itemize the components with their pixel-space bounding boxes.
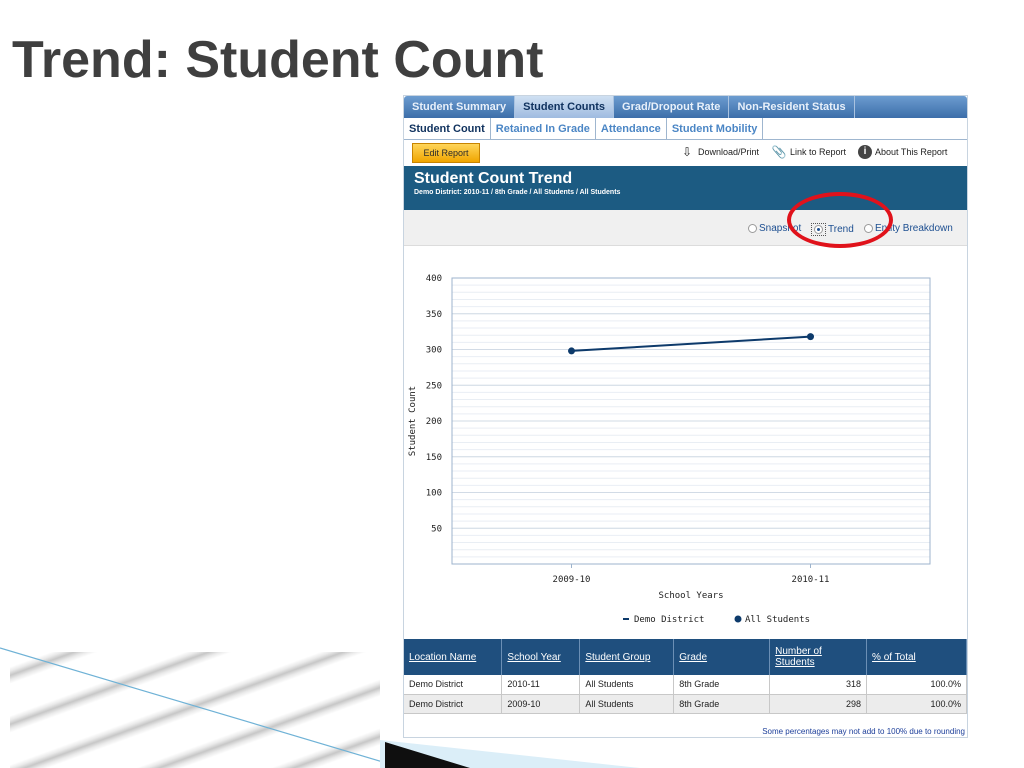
y-tick-label: 300 xyxy=(426,346,442,356)
decorative-stripes xyxy=(10,652,380,768)
snapshot-radio[interactable] xyxy=(748,224,757,233)
data-point xyxy=(807,333,814,341)
toolbar: Edit Report ⇩ Download/Print 📎 Link to R… xyxy=(404,140,967,166)
cell-percent-of-total: 100.0% xyxy=(866,694,967,714)
data-point xyxy=(568,347,575,355)
student-count-table: Location Name School Year Student Group … xyxy=(404,639,967,714)
trend-radio[interactable] xyxy=(814,225,823,234)
slide-title: Trend: Student Count xyxy=(12,31,544,89)
subtab-student-mobility[interactable]: Student Mobility xyxy=(667,118,764,139)
y-tick-label: 350 xyxy=(426,310,442,320)
report-window: Student Summary Student Counts Grad/Drop… xyxy=(403,95,968,738)
snapshot-option[interactable]: Snapshot xyxy=(748,223,801,234)
entity-breakdown-label: Entity Breakdown xyxy=(875,223,953,234)
subtab-student-count[interactable]: Student Count xyxy=(404,118,491,139)
report-title: Student Count Trend xyxy=(414,170,573,187)
col-location-name[interactable]: Location Name xyxy=(404,639,503,675)
legend-series-label: All Students xyxy=(745,615,810,625)
x-axis-label: School Years xyxy=(658,591,723,601)
cell-grade: 8th Grade xyxy=(673,675,771,695)
sub-tab-bar: Student Count Retained In Grade Attendan… xyxy=(404,118,967,140)
snapshot-label: Snapshot xyxy=(759,223,802,234)
rounding-footnote: Some percentages may not add to 100% due… xyxy=(762,727,965,736)
download-icon: ⇩ xyxy=(681,145,693,159)
col-percent-of-total[interactable]: % of Total xyxy=(866,639,967,675)
paperclip-icon: 📎 xyxy=(771,145,787,159)
x-tick-label: 2010-11 xyxy=(792,575,830,585)
legend-series-marker xyxy=(734,615,742,623)
trend-focus-box xyxy=(811,223,826,236)
download-print-link[interactable]: ⇩ Download/Print xyxy=(679,145,759,159)
cell-student-group: All Students xyxy=(579,694,675,714)
trend-option[interactable]: Trend xyxy=(811,223,854,236)
cell-student-group: All Students xyxy=(579,675,675,695)
col-student-group[interactable]: Student Group xyxy=(579,639,675,675)
cell-number-of-students: 318 xyxy=(769,675,868,695)
link-to-report-link[interactable]: 📎 Link to Report xyxy=(771,145,847,159)
col-grade[interactable]: Grade xyxy=(673,639,771,675)
table-row: Demo District 2010-11 All Students 8th G… xyxy=(404,675,967,695)
col-school-year[interactable]: School Year xyxy=(501,639,581,675)
y-tick-label: 200 xyxy=(426,417,442,427)
y-tick-label: 150 xyxy=(426,453,442,463)
entity-breakdown-radio[interactable] xyxy=(864,224,873,233)
cell-percent-of-total: 100.0% xyxy=(866,675,967,695)
report-header: Student Count Trend Demo District: 2010-… xyxy=(404,166,967,210)
main-tab-bar: Student Summary Student Counts Grad/Drop… xyxy=(404,96,967,118)
subtab-retained-in-grade[interactable]: Retained In Grade xyxy=(491,118,596,139)
link-to-report-label: Link to Report xyxy=(790,147,847,157)
table-row: Demo District 2009-10 All Students 8th G… xyxy=(404,694,967,714)
col-number-of-students[interactable]: Number of Students xyxy=(769,639,868,675)
y-axis-label: Student Count xyxy=(408,386,418,456)
download-print-label: Download/Print xyxy=(698,147,760,157)
y-tick-label: 100 xyxy=(426,489,442,499)
cell-number-of-students: 298 xyxy=(769,694,868,714)
trend-chart: 50 100 150 200 250 300 350 400 2009-10 2010-11 Sch… xyxy=(404,246,967,639)
info-icon: i xyxy=(858,145,872,159)
entity-breakdown-option[interactable]: Entity Breakdown xyxy=(864,223,953,234)
about-report-link[interactable]: i About This Report xyxy=(858,145,947,159)
about-report-label: About This Report xyxy=(875,147,948,157)
view-options-bar: Snapshot Trend Entity Breakdown xyxy=(404,210,967,246)
trend-chart-svg: 50 100 150 200 250 300 350 400 2009-10 2010-11 Sch… xyxy=(408,274,931,625)
trend-label: Trend xyxy=(828,224,854,235)
y-tick-label: 50 xyxy=(431,524,442,534)
cell-school-year: 2009-10 xyxy=(501,694,581,714)
cell-grade: 8th Grade xyxy=(673,694,771,714)
legend-district-label: Demo District xyxy=(634,615,704,625)
report-subtitle: Demo District: 2010-11 / 8th Grade / All… xyxy=(414,189,621,196)
cell-location: Demo District xyxy=(404,694,503,714)
cell-location: Demo District xyxy=(404,675,503,695)
edit-report-button[interactable]: Edit Report xyxy=(412,143,480,163)
y-tick-label: 400 xyxy=(426,274,442,284)
table-header-row: Location Name School Year Student Group … xyxy=(404,639,967,675)
tab-non-resident-status[interactable]: Non-Resident Status xyxy=(729,96,855,118)
tab-student-counts[interactable]: Student Counts xyxy=(515,96,615,118)
y-tick-label: 250 xyxy=(426,381,442,391)
tab-grad-dropout-rate[interactable]: Grad/Dropout Rate xyxy=(614,96,730,118)
tab-student-summary[interactable]: Student Summary xyxy=(404,96,516,118)
cell-school-year: 2010-11 xyxy=(501,675,581,695)
series-line xyxy=(571,335,811,352)
x-tick-label: 2009-10 xyxy=(553,575,591,585)
subtab-attendance[interactable]: Attendance xyxy=(596,118,667,139)
legend-district-marker xyxy=(623,618,629,620)
